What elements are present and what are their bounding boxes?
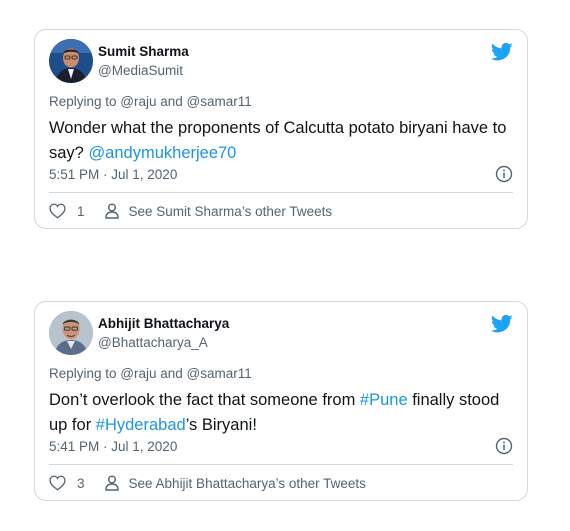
divider [49, 192, 513, 193]
reply-user-link[interactable]: @raju [120, 366, 156, 381]
reply-conjunction: and [156, 94, 187, 109]
avatar[interactable] [49, 39, 93, 83]
avatar[interactable] [49, 311, 93, 355]
heart-icon [49, 203, 66, 219]
author-handle[interactable]: @Bhattacharya_A [98, 335, 208, 350]
twitter-bird-icon[interactable] [491, 42, 513, 62]
tweet-timestamp[interactable]: 5:51 PM · Jul 1, 2020 [49, 167, 177, 182]
see-other-tweets-link[interactable]: See Abhijit Bhattacharya’s other Tweets [104, 475, 366, 491]
reply-user-link[interactable]: @samar11 [187, 366, 252, 381]
reply-conjunction: and [156, 366, 187, 381]
reply-user-link[interactable]: @samar11 [187, 94, 252, 109]
see-other-tweets-link[interactable]: See Sumit Sharma’s other Tweets [104, 203, 333, 219]
tweet-actions: 1 See Sumit Sharma’s other Tweets [49, 200, 332, 222]
embedded-tweet: Abhijit Bhattacharya @Bhattacharya_A Rep… [34, 301, 528, 501]
reply-user-link[interactable]: @raju [120, 94, 156, 109]
tweet-text-segment: Don’t overlook the fact that someone fro… [49, 391, 360, 409]
info-icon[interactable] [495, 437, 513, 455]
mention-link[interactable]: @andymukherjee70 [88, 144, 236, 162]
tweet-text-segment: ’s Biryani! [185, 416, 257, 434]
see-other-tweets-label: See Abhijit Bhattacharya’s other Tweets [128, 475, 366, 491]
replying-to-line: Replying to @raju and @samar11 [49, 94, 252, 109]
like-button[interactable]: 1 [49, 203, 105, 219]
person-icon [104, 203, 119, 219]
embedded-tweet: Sumit Sharma @MediaSumit Replying to @ra… [34, 29, 528, 229]
like-count: 3 [77, 475, 85, 491]
hashtag-link[interactable]: #Hyderabad [96, 416, 186, 434]
replying-prefix: Replying to [49, 94, 121, 109]
author-name[interactable]: Abhijit Bhattacharya [98, 316, 229, 331]
person-icon [104, 475, 119, 491]
author-name[interactable]: Sumit Sharma [98, 44, 189, 59]
replying-prefix: Replying to [49, 366, 121, 381]
see-other-tweets-label: See Sumit Sharma’s other Tweets [128, 203, 333, 219]
info-icon[interactable] [495, 165, 513, 183]
tweet-text: Don’t overlook the fact that someone fro… [49, 388, 519, 438]
author-handle[interactable]: @MediaSumit [98, 63, 183, 78]
tweet-timestamp[interactable]: 5:41 PM · Jul 1, 2020 [49, 439, 177, 454]
like-count: 1 [77, 203, 85, 219]
like-button[interactable]: 3 [49, 475, 105, 491]
heart-icon [49, 475, 66, 491]
replying-to-line: Replying to @raju and @samar11 [49, 366, 252, 381]
tweet-text: Wonder what the proponents of Calcutta p… [49, 116, 519, 166]
twitter-bird-icon[interactable] [491, 314, 513, 334]
hashtag-link[interactable]: #Pune [360, 391, 408, 409]
divider [49, 464, 513, 465]
tweet-actions: 3 See Abhijit Bhattacharya’s other Tweet… [49, 472, 366, 494]
